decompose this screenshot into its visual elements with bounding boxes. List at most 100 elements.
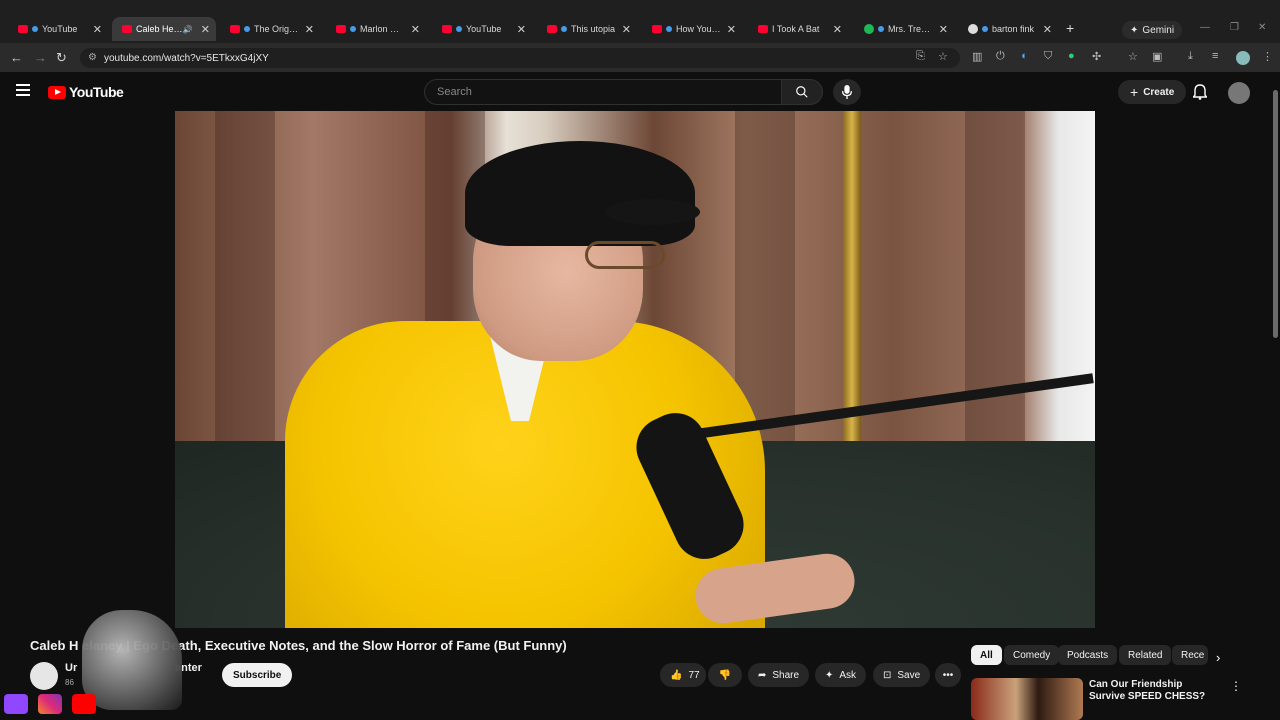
ask-button[interactable]: ✦ Ask	[815, 663, 867, 687]
bell-icon	[1192, 84, 1208, 100]
youtube-icon	[758, 25, 768, 33]
extension-icon[interactable]: ◖	[1020, 50, 1027, 62]
media-icon[interactable]: ≡	[1212, 50, 1218, 62]
minimize-icon[interactable]: —	[1200, 22, 1210, 33]
dislike-button[interactable]: 👎	[708, 663, 742, 687]
browser-tab[interactable]: barton fink ✕	[958, 17, 1058, 41]
thumbs-down-icon: 👎	[718, 669, 732, 681]
url-bar[interactable]: ⚙ youtube.com/watch?v=5ETkxxG4jXY	[80, 48, 960, 68]
sparkle-icon: ✦	[1130, 24, 1139, 36]
account-avatar[interactable]	[1228, 82, 1250, 104]
browser-tab[interactable]: Mrs. Trends ✕	[854, 17, 954, 41]
instagram-icon	[38, 694, 62, 714]
loading-icon	[561, 26, 567, 32]
browser-tab[interactable]: Marlon Gets ✕	[326, 17, 426, 41]
menu-icon[interactable]	[16, 84, 30, 96]
bookmarks-icon[interactable]: ☆	[1128, 50, 1138, 63]
close-tab-icon[interactable]: ✕	[727, 23, 736, 36]
more-vert-icon[interactable]: ⋮	[1230, 679, 1242, 693]
loading-icon	[456, 26, 462, 32]
video-player[interactable]	[175, 111, 1095, 628]
close-tab-icon[interactable]: ✕	[939, 23, 948, 36]
share-button[interactable]: ➦ Share	[748, 663, 810, 687]
voice-search-button[interactable]	[833, 79, 861, 105]
chip-comedy[interactable]: Comedy	[1004, 645, 1060, 665]
close-tab-icon[interactable]: ✕	[622, 23, 631, 36]
install-icon[interactable]: ⎘	[916, 50, 925, 63]
search-input[interactable]: Search	[424, 79, 781, 105]
chip-all[interactable]: All	[971, 645, 1002, 665]
tab-search-icon[interactable]: ▣	[1152, 50, 1162, 63]
forward-icon[interactable]: →	[34, 50, 47, 65]
google-icon	[968, 24, 978, 34]
channel-avatar[interactable]	[30, 662, 58, 690]
youtube-logo[interactable]: YouTube	[48, 84, 124, 100]
page-scrollbar[interactable]	[1271, 72, 1280, 720]
audio-icon[interactable]: 🔊	[183, 25, 193, 34]
save-button[interactable]: ⊡ Save	[873, 663, 931, 687]
subscribe-button[interactable]: Subscribe	[222, 663, 293, 687]
gemini-button[interactable]: ✦ Gemini	[1122, 21, 1183, 39]
browser-tab[interactable]: I Took A Bat ✕	[748, 17, 848, 41]
search-button[interactable]	[781, 79, 823, 105]
glasses	[585, 241, 665, 269]
close-tab-icon[interactable]: ✕	[411, 23, 420, 36]
youtube-icon	[122, 25, 132, 33]
like-button[interactable]: 👍 77	[660, 663, 706, 687]
chip-recent[interactable]: Rece	[1172, 645, 1208, 665]
microphone-icon	[841, 85, 853, 99]
close-tab-icon[interactable]: ✕	[833, 23, 842, 36]
browser-tab[interactable]: How Your Pe✕	[642, 17, 742, 41]
profile-avatar[interactable]	[1236, 51, 1250, 65]
extension-icon[interactable]: ●	[1068, 50, 1075, 62]
close-tab-icon[interactable]: ✕	[1043, 23, 1052, 36]
power-icon[interactable]: ⏻	[996, 50, 1005, 63]
thumbs-up-icon: 👍	[670, 669, 683, 681]
loading-icon	[982, 26, 988, 32]
download-icon[interactable]: ⤓	[1188, 50, 1193, 63]
close-tab-icon[interactable]: ✕	[517, 23, 526, 36]
back-icon[interactable]: ←	[10, 50, 23, 65]
browser-tab-bar: YouTube ✕ Caleb Hearo 🔊 ✕ The Original ✕ Mar…	[0, 0, 1280, 44]
shield-icon[interactable]: ⛉	[1044, 50, 1052, 63]
bookmark-star-icon[interactable]: ☆	[938, 50, 948, 63]
reload-icon[interactable]: ↻	[56, 50, 67, 66]
browser-tab[interactable]: This utopia ✕	[537, 17, 637, 41]
loading-icon	[244, 26, 250, 32]
loading-icon	[350, 26, 356, 32]
youtube-icon	[652, 25, 662, 33]
create-button[interactable]: + Create	[1118, 80, 1187, 104]
close-window-icon[interactable]: ✕	[1258, 22, 1266, 33]
youtube-icon	[230, 25, 240, 33]
more-actions-button[interactable]: •••	[935, 663, 961, 687]
browser-tab-active[interactable]: Caleb Hearo 🔊 ✕	[112, 17, 216, 41]
site-info-icon[interactable]: ⚙	[88, 52, 97, 63]
sparkle-icon: ✦	[825, 669, 834, 681]
chevron-right-icon[interactable]: ›	[1216, 650, 1220, 665]
channel-name[interactable]: Ur	[65, 662, 77, 674]
youtube-icon	[442, 25, 452, 33]
recommendation-thumbnail[interactable]	[971, 678, 1083, 720]
bookmark-icon: ⊡	[883, 669, 892, 681]
recommendation-title[interactable]: Can Our Friendship Survive SPEED CHESS?	[1089, 679, 1219, 703]
close-tab-icon[interactable]: ✕	[93, 23, 102, 36]
browser-tab[interactable]: YouTube ✕	[8, 17, 108, 41]
more-vert-icon[interactable]: ⋮	[1262, 50, 1273, 63]
search-icon	[796, 86, 808, 98]
maximize-icon[interactable]: ❐	[1230, 22, 1239, 33]
youtube-icon	[18, 25, 28, 33]
chip-podcasts[interactable]: Podcasts	[1058, 645, 1118, 665]
youtube-social-icon	[72, 694, 96, 714]
extension-icon[interactable]: ▥	[972, 50, 982, 63]
browser-tab[interactable]: YouTube ✕	[432, 17, 532, 41]
webcam-overlay	[82, 610, 182, 710]
new-tab-button[interactable]: +	[1066, 20, 1074, 36]
puzzle-icon[interactable]: ✣	[1092, 50, 1101, 63]
close-tab-icon[interactable]: ✕	[201, 23, 210, 36]
youtube-icon	[547, 25, 557, 33]
browser-tab[interactable]: The Original ✕	[220, 17, 320, 41]
notifications-button[interactable]	[1192, 84, 1208, 105]
close-tab-icon[interactable]: ✕	[305, 23, 314, 36]
chip-related[interactable]: Related	[1119, 645, 1172, 665]
more-horiz-icon: •••	[942, 669, 954, 681]
